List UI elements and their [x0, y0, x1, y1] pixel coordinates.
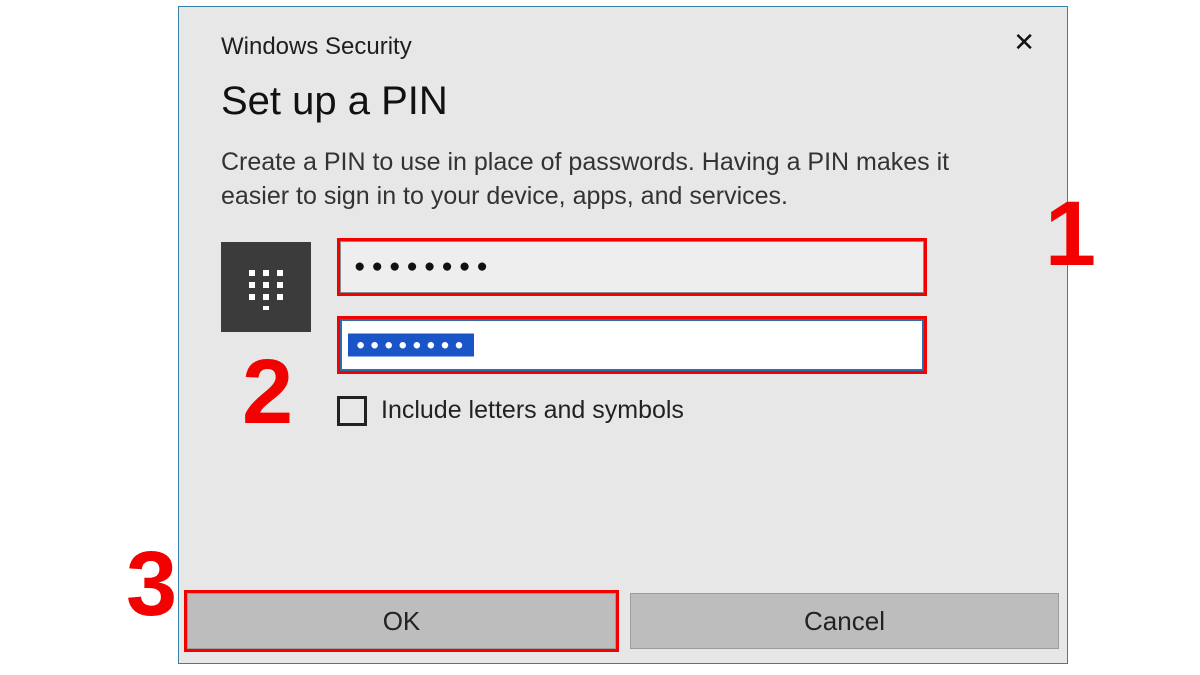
include-letters-row: Include letters and symbols	[337, 396, 684, 426]
confirm-pin-highlight: ●●●●●●●●	[337, 316, 927, 374]
cancel-button[interactable]: Cancel	[630, 593, 1059, 649]
annotation-3: 3	[126, 538, 177, 630]
new-pin-input[interactable]	[340, 241, 924, 293]
keypad-icon	[221, 242, 311, 332]
dialog-description: Create a PIN to use in place of password…	[179, 124, 1067, 214]
new-pin-highlight: ●●●●●●●●	[337, 238, 927, 296]
ok-button[interactable]: OK	[187, 593, 616, 649]
include-letters-label: Include letters and symbols	[381, 396, 684, 425]
dialog-button-row: OK Cancel	[187, 593, 1059, 649]
dialog-heading: Set up a PIN	[179, 61, 1067, 124]
dialog-title: Windows Security	[221, 33, 412, 61]
include-letters-checkbox[interactable]	[337, 396, 367, 426]
windows-security-dialog: Windows Security ✕ Set up a PIN Create a…	[178, 6, 1068, 664]
confirm-pin-input[interactable]	[340, 319, 924, 371]
close-icon[interactable]: ✕	[1013, 29, 1035, 55]
title-bar: Windows Security ✕	[179, 7, 1067, 61]
